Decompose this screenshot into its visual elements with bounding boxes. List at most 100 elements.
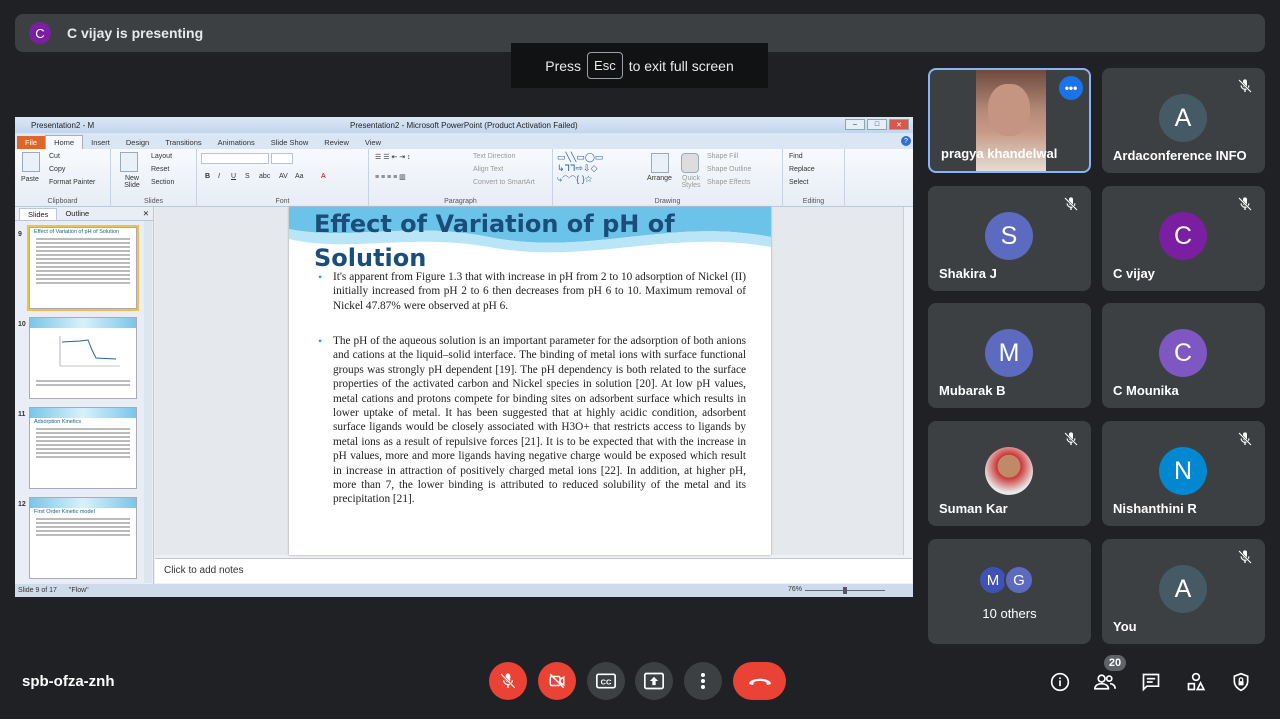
mic-off-icon (1064, 197, 1078, 211)
align-icons[interactable]: ≡ ≡ ≡ ≡ ▥ (375, 173, 406, 181)
mic-off-icon (1238, 432, 1252, 446)
slide-thumbnail-11[interactable]: Adsorption Kinetics (29, 407, 137, 489)
bullets-icon[interactable]: ☰ ☰ ⇤ ⇥ ↕ (375, 153, 411, 161)
people-button[interactable] (1093, 670, 1117, 694)
camera-toggle-button[interactable] (538, 662, 576, 700)
tab-animations[interactable]: Animations (210, 136, 263, 149)
slide-thumbnail-9[interactable]: Effect of Variation of pH of Solution (27, 225, 139, 311)
format-painter-button[interactable]: Format Painter (49, 179, 95, 186)
others-tile[interactable]: M G 10 others (928, 539, 1091, 644)
quick-styles-button[interactable]: Quick Styles (679, 175, 703, 189)
find-button[interactable]: Find (789, 153, 803, 160)
tab-design[interactable]: Design (118, 136, 157, 149)
more-options-button[interactable] (684, 662, 722, 700)
underline-button[interactable]: U (231, 173, 236, 180)
panel-scrollbar[interactable] (144, 221, 152, 583)
paste-icon[interactable] (22, 152, 40, 172)
reset-button[interactable]: Reset (151, 166, 169, 173)
font-group-label: Font (275, 198, 290, 205)
shape-effects-button[interactable]: Shape Effects (707, 179, 750, 186)
shape-fill-button[interactable]: Shape Fill (707, 153, 738, 160)
bold-button[interactable]: B (205, 173, 210, 180)
participant-tile[interactable]: N Nishanthini R (1102, 421, 1265, 526)
chat-button[interactable] (1139, 670, 1163, 694)
help-icon[interactable]: ? (901, 136, 911, 146)
chat-icon (1142, 673, 1160, 692)
thumb-number: 10 (18, 321, 26, 328)
text-direction-button[interactable]: Text Direction (473, 153, 515, 160)
avatar-photo (985, 447, 1033, 495)
char-spacing-button[interactable]: AV (279, 173, 288, 180)
new-slide-button[interactable]: New Slide (117, 175, 147, 189)
captions-button[interactable]: CC (587, 662, 625, 700)
select-button[interactable]: Select (789, 179, 808, 186)
maximize-icon[interactable]: □ (867, 119, 887, 130)
slide-thumbnail-10[interactable] (29, 317, 137, 399)
meeting-details-button[interactable] (1048, 670, 1072, 694)
shared-screen: Presentation2 - M Presentation2 - Micros… (15, 117, 913, 597)
self-tile[interactable]: A You (1102, 539, 1265, 644)
participant-tile[interactable]: Suman Kar (928, 421, 1091, 526)
font-size-input[interactable] (271, 153, 293, 164)
paste-button[interactable]: Paste (21, 176, 39, 183)
hang-up-icon (748, 678, 771, 685)
zoom-slider-handle[interactable] (843, 587, 847, 594)
italic-button[interactable]: I (218, 173, 220, 180)
tab-file[interactable]: File (17, 136, 46, 149)
arrange-button[interactable]: Arrange (647, 175, 672, 182)
participant-tile[interactable]: M Mubarak B (928, 303, 1091, 408)
arrange-icon[interactable] (651, 153, 669, 173)
shadow-button[interactable]: S (245, 173, 250, 180)
slide-thumbnail-12[interactable]: First Order Kinetic model (29, 497, 137, 579)
tab-home[interactable]: Home (45, 135, 84, 149)
shape-outline-button[interactable]: Shape Outline (707, 166, 751, 173)
slide-scrollbar[interactable] (903, 207, 912, 555)
cut-button[interactable]: Cut (49, 153, 60, 160)
font-color-button[interactable]: A (321, 173, 326, 180)
ppt-title-bar: Presentation2 - M Presentation2 - Micros… (15, 117, 913, 133)
slide-canvas: Effect of Variation of pH of Solution It… (155, 207, 912, 555)
present-screen-icon (644, 672, 664, 690)
avatar: M (985, 329, 1033, 377)
tab-transitions[interactable]: Transitions (157, 136, 209, 149)
layout-button[interactable]: Layout (151, 153, 172, 160)
tab-insert[interactable]: Insert (83, 136, 118, 149)
mic-off-icon (1064, 432, 1078, 446)
new-slide-icon[interactable] (120, 152, 138, 172)
copy-button[interactable]: Copy (49, 166, 65, 173)
participant-name: Suman Kar (939, 501, 1008, 516)
tab-review[interactable]: Review (316, 136, 357, 149)
minimize-icon[interactable]: – (845, 119, 865, 130)
quick-styles-icon[interactable] (681, 153, 699, 173)
avatar: A (1159, 565, 1207, 613)
replace-button[interactable]: Replace (789, 166, 815, 173)
participant-tile[interactable]: A Ardaconference INFO (1102, 68, 1265, 173)
font-name-input[interactable] (201, 153, 269, 164)
present-button[interactable] (635, 662, 673, 700)
participant-tile[interactable]: C C Mounika (1102, 303, 1265, 408)
participant-tile[interactable]: ••• pragya khandelwal (928, 68, 1091, 173)
mic-toggle-button[interactable] (489, 662, 527, 700)
align-text-button[interactable]: Align Text (473, 166, 503, 173)
close-icon[interactable]: ✕ (889, 119, 909, 130)
group-slides: New Slide Layout Reset Section Slides (111, 149, 197, 207)
participant-count-badge: 20 (1104, 655, 1126, 671)
strikethrough-button[interactable]: abc (259, 173, 270, 180)
leave-call-button[interactable] (733, 662, 786, 700)
shapes-gallery[interactable]: ▭╲╲▭◯▭ ↳ᒣᒣ⇨⇩◇ ⤷◠◠{ }☆ (557, 152, 603, 185)
notes-pane[interactable]: Click to add notes (155, 558, 912, 583)
convert-smartart-button[interactable]: Convert to SmartArt (473, 179, 535, 186)
tab-view[interactable]: View (357, 136, 389, 149)
more-options-icon[interactable]: ••• (1059, 76, 1083, 100)
avatar: C (1159, 329, 1207, 377)
tab-outline[interactable]: Outline (57, 208, 97, 219)
participant-tile[interactable]: C C vijay (1102, 186, 1265, 291)
host-controls-button[interactable] (1229, 670, 1253, 694)
tab-slide-show[interactable]: Slide Show (263, 136, 317, 149)
change-case-button[interactable]: Aa (295, 173, 304, 180)
close-panel-icon[interactable]: ✕ (143, 209, 149, 218)
section-button[interactable]: Section (151, 179, 174, 186)
tab-slides[interactable]: Slides (19, 207, 58, 220)
participant-tile[interactable]: S Shakira J (928, 186, 1091, 291)
activities-button[interactable] (1184, 670, 1208, 694)
